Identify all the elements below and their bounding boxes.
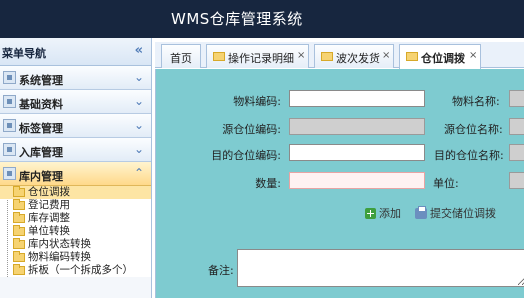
section-label: 基础资料 [19, 98, 63, 111]
section-label: 系统管理 [19, 74, 63, 87]
printer-icon [415, 206, 427, 219]
tree-item-label: 库存调整 [28, 212, 70, 224]
folder-icon [13, 186, 25, 197]
target-location-name-label: 目的仓位名称: [434, 149, 504, 162]
quantity-input[interactable] [289, 172, 425, 189]
sidebar-section-inbound[interactable]: 入库管理 ⌄ [0, 138, 151, 162]
tree-item-label: 拆板（一个拆成多个） [28, 264, 133, 276]
section-label: 入库管理 [19, 146, 63, 159]
collapse-sidebar-icon[interactable]: « [135, 43, 143, 58]
unit-label: 单位: [433, 177, 459, 190]
sidebar-section-basic-data[interactable]: 基础资料 ⌄ [0, 90, 151, 114]
tree-item-label: 库内状态转换 [28, 238, 91, 250]
tab-location-transfer[interactable]: 仓位调拨 × [399, 44, 481, 69]
tab-label: 波次发货 [336, 52, 380, 65]
add-button[interactable]: 添加 [365, 205, 401, 221]
tree-item-location-transfer[interactable]: 仓位调拨 [0, 186, 151, 199]
folder-icon [13, 251, 25, 262]
folder-icon [321, 52, 333, 61]
section-label: 标签管理 [19, 122, 63, 135]
target-location-code-input[interactable] [289, 144, 425, 161]
folder-icon [13, 199, 25, 210]
folder-icon [13, 212, 25, 223]
tree-item-unit-convert[interactable]: 单位转换 [0, 225, 151, 238]
sidebar-section-system[interactable]: 系统管理 ⌄ [0, 66, 151, 90]
remark-label: 备注: [208, 264, 234, 277]
close-icon[interactable]: × [297, 50, 305, 61]
module-icon [3, 71, 16, 84]
sidebar: 菜单导航 « 系统管理 ⌄ 基础资料 ⌄ 标签管理 ⌄ 入库管理 ⌄ 库内管理 … [0, 38, 152, 298]
tab-strip: 首页 操作记录明细 × 波次发货 × 仓位调拨 × [155, 42, 524, 69]
sidebar-title: 菜单导航 [2, 47, 46, 60]
tree-item-stock-adjust[interactable]: 库存调整 [0, 212, 151, 225]
tab-operation-log[interactable]: 操作记录明细 × [206, 44, 309, 68]
tree-item-split-pallet[interactable]: 拆板（一个拆成多个） [0, 264, 151, 277]
module-icon [3, 119, 16, 132]
close-icon[interactable]: × [469, 50, 477, 61]
quantity-label: 数量: [255, 177, 281, 190]
chevron-down-icon[interactable]: ⌄ [134, 70, 144, 84]
add-icon [365, 208, 376, 219]
chevron-down-icon[interactable]: ⌄ [134, 142, 144, 156]
material-name-field [509, 90, 524, 107]
sidebar-section-inventory[interactable]: 库内管理 ⌃ [0, 162, 151, 186]
folder-icon [13, 264, 25, 275]
sidebar-section-labels[interactable]: 标签管理 ⌄ [0, 114, 151, 138]
tab-label: 操作记录明细 [228, 52, 294, 65]
tab-wave-shipping[interactable]: 波次发货 × [314, 44, 394, 68]
chevron-up-icon[interactable]: ⌃ [134, 166, 144, 180]
material-name-label: 物料名称: [452, 95, 500, 108]
tree-item-status-convert[interactable]: 库内状态转换 [0, 238, 151, 251]
source-location-code-label: 源仓位编码: [222, 123, 281, 136]
tab-label: 首页 [170, 52, 192, 65]
target-location-code-label: 目的仓位编码: [211, 149, 281, 162]
submit-transfer-button[interactable]: 提交储位调拨 [415, 205, 496, 221]
folder-icon [213, 52, 225, 61]
chevron-down-icon[interactable]: ⌄ [134, 94, 144, 108]
app-title: WMS仓库管理系统 [171, 10, 303, 28]
tree-item-label: 单位转换 [28, 225, 70, 237]
close-icon[interactable]: × [382, 50, 390, 61]
tree-item-label: 登记费用 [28, 199, 70, 211]
tree-item-register-fee[interactable]: 登记费用 [0, 199, 151, 212]
tab-label: 仓位调拨 [421, 52, 465, 65]
add-button-label: 添加 [379, 207, 401, 220]
section-label: 库内管理 [19, 170, 63, 183]
tab-home[interactable]: 首页 [161, 44, 201, 68]
submit-transfer-label: 提交储位调拨 [430, 207, 496, 220]
folder-icon [406, 52, 418, 61]
remark-textarea[interactable] [237, 249, 524, 287]
top-bar: WMS仓库管理系统 [0, 0, 524, 38]
tree-item-code-convert[interactable]: 物料编码转换 [0, 251, 151, 264]
tree-item-label: 仓位调拨 [28, 186, 70, 198]
source-location-name-field [509, 118, 524, 135]
source-location-code-field [289, 118, 425, 135]
source-location-name-label: 源仓位名称: [444, 123, 503, 136]
folder-icon [13, 225, 25, 236]
material-code-input[interactable] [289, 90, 425, 107]
module-icon [3, 143, 16, 156]
target-location-name-field [509, 144, 524, 161]
folder-icon [13, 238, 25, 249]
sidebar-header: 菜单导航 « [0, 38, 151, 66]
module-icon [3, 95, 16, 108]
material-code-label: 物料编码: [233, 95, 281, 108]
chevron-down-icon[interactable]: ⌄ [134, 118, 144, 132]
tree-item-label: 物料编码转换 [28, 251, 91, 263]
module-icon [3, 167, 16, 180]
sidebar-tree: 仓位调拨 登记费用 库存调整 单位转换 库内状态转换 物料编码转换 拆板（一个拆… [0, 186, 151, 277]
unit-field [509, 172, 524, 189]
